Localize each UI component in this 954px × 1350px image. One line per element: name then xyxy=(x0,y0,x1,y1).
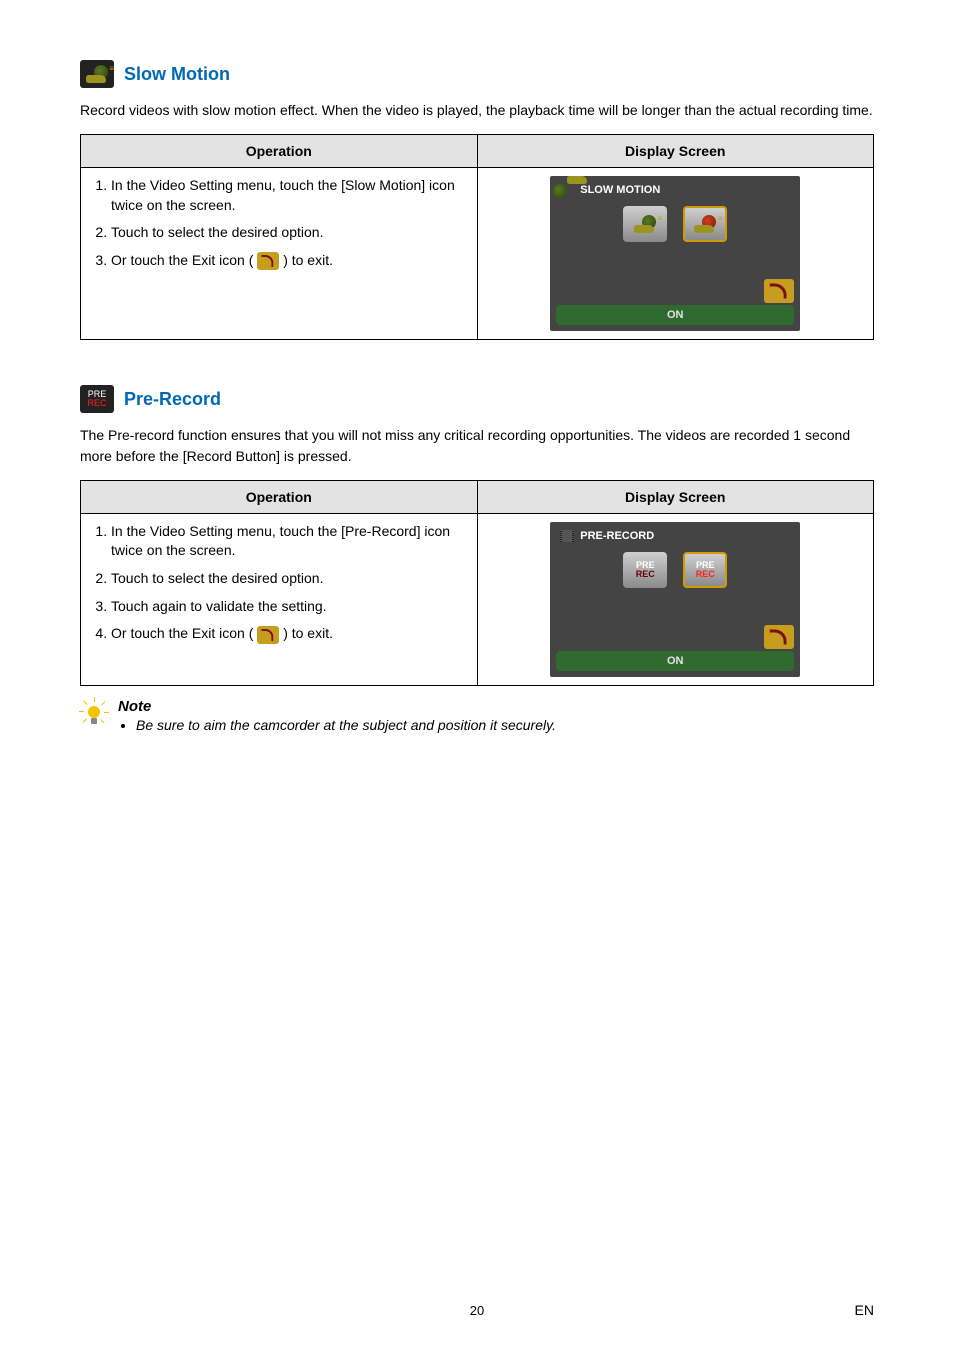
panel-title-text: SLOW MOTION xyxy=(580,184,660,196)
step-2: Touch to select the desired option. xyxy=(111,569,467,589)
note-block: Note Be sure to aim the camcorder at the… xyxy=(80,698,874,733)
section-heading-pre-record: PREREC Pre-Record xyxy=(80,385,874,413)
display-screen-slowmotion: SLOW MOTION ≡ ≡ ON xyxy=(550,176,800,331)
pre-record-table: Operation Display Screen In the Video Se… xyxy=(80,480,874,686)
operation-cell: In the Video Setting menu, touch the [Sl… xyxy=(81,168,478,340)
step-1: In the Video Setting menu, touch the [Pr… xyxy=(111,522,467,561)
prerec-icon: PREREC xyxy=(80,385,114,413)
slow-motion-intro: Record videos with slow motion effect. W… xyxy=(80,100,874,120)
display-screen-cell: SLOW MOTION ≡ ≡ ON xyxy=(477,168,874,340)
section-heading-slow-motion: ≡ Slow Motion xyxy=(80,60,874,88)
display-screen-cell: PRE-RECORD PREREC PREREC ON xyxy=(477,513,874,685)
exit-icon xyxy=(257,252,279,270)
slow-motion-table: Operation Display Screen In the Video Se… xyxy=(80,134,874,340)
pre-record-on-option[interactable]: PREREC xyxy=(683,552,727,588)
snail-icon: ≡ xyxy=(80,60,114,88)
pre-record-title: Pre-Record xyxy=(124,389,221,410)
note-item: Be sure to aim the camcorder at the subj… xyxy=(136,717,556,733)
lightbulb-icon xyxy=(80,698,108,726)
col-operation: Operation xyxy=(81,135,478,168)
step-3: Or touch the Exit icon ( ) to exit. xyxy=(111,251,467,271)
step-3: Touch again to validate the setting. xyxy=(111,597,467,617)
page-lang: EN xyxy=(855,1302,874,1318)
operation-cell: In the Video Setting menu, touch the [Pr… xyxy=(81,513,478,685)
col-operation: Operation xyxy=(81,480,478,513)
slow-motion-on-option[interactable]: ≡ xyxy=(683,206,727,242)
exit-button[interactable] xyxy=(764,625,794,649)
slow-motion-off-option[interactable]: ≡ xyxy=(623,206,667,242)
page-number: 20 xyxy=(0,1303,954,1318)
slow-motion-title: Slow Motion xyxy=(124,64,230,85)
snail-small-icon xyxy=(560,184,574,196)
pre-record-off-option[interactable]: PREREC xyxy=(623,552,667,588)
film-icon xyxy=(560,530,574,542)
col-display: Display Screen xyxy=(477,135,874,168)
exit-icon xyxy=(257,626,279,644)
step-2: Touch to select the desired option. xyxy=(111,223,467,243)
on-label: ON xyxy=(556,651,794,671)
exit-button[interactable] xyxy=(764,279,794,303)
step-1: In the Video Setting menu, touch the [Sl… xyxy=(111,176,467,215)
display-screen-prerecord: PRE-RECORD PREREC PREREC ON xyxy=(550,522,800,677)
note-heading: Note xyxy=(118,698,556,715)
on-label: ON xyxy=(556,305,794,325)
col-display: Display Screen xyxy=(477,480,874,513)
panel-title-text: PRE-RECORD xyxy=(580,530,654,542)
pre-record-intro: The Pre-record function ensures that you… xyxy=(80,425,874,466)
step-4: Or touch the Exit icon ( ) to exit. xyxy=(111,624,467,644)
